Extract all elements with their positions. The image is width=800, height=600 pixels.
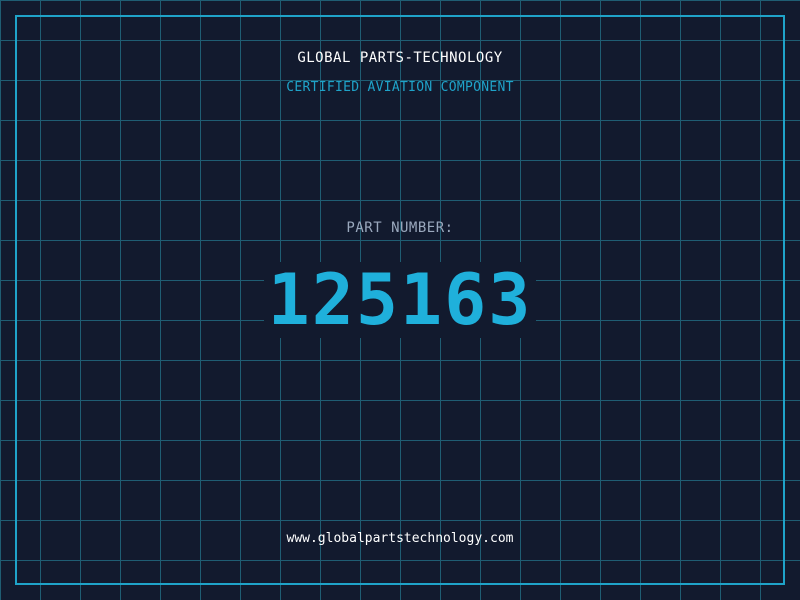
tagline: CERTIFIED AVIATION COMPONENT (286, 80, 514, 95)
part-number-label: PART NUMBER: (346, 220, 454, 236)
website-url: www.globalpartstechnology.com (286, 531, 514, 546)
part-number-container: 125163 (0, 262, 800, 338)
company-name: GLOBAL PARTS-TECHNOLOGY (297, 50, 503, 66)
part-number: 125163 (263, 262, 537, 338)
